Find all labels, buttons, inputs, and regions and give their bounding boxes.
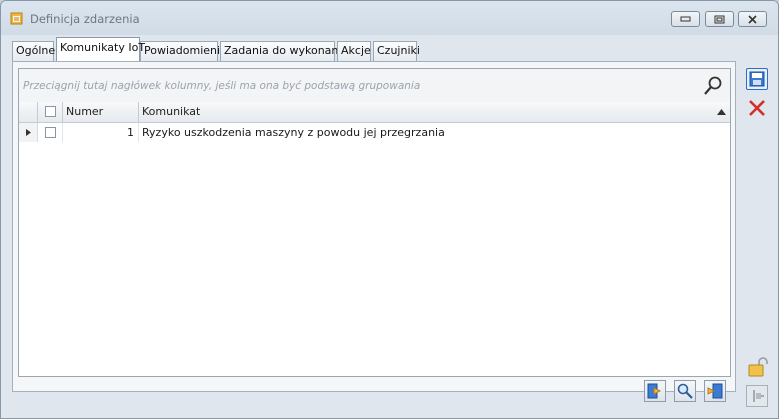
pin-button[interactable] [746, 385, 768, 407]
restore-button[interactable] [705, 11, 734, 27]
close-button[interactable] [738, 11, 767, 27]
tab-komunikaty-iot[interactable]: Komunikaty IoT [56, 37, 145, 61]
cancel-button[interactable] [746, 97, 768, 119]
select-all-header [38, 102, 63, 122]
tab-powiadomienia[interactable]: Powiadomienia [140, 41, 227, 61]
remove-icon [707, 383, 723, 399]
title-bar: Definicja zdarzenia [1, 1, 778, 35]
cell-komunikat: Ryzyko uszkodzenia maszyny z powodu jej … [142, 126, 445, 139]
row-checkbox[interactable] [45, 127, 56, 138]
group-by-panel[interactable]: Przeciągnij tutaj nagłówek kolumny, jeśl… [19, 69, 730, 103]
add-button[interactable] [644, 380, 666, 402]
column-header-komunikat-label: Komunikat [142, 105, 201, 118]
preview-icon [677, 383, 693, 399]
group-hint: Przeciągnij tutaj nagłówek kolumny, jeśl… [23, 80, 421, 92]
grid-header: Numer Komunikat [19, 102, 730, 123]
indicator-header [19, 102, 38, 122]
cell-numer: 1 [63, 123, 139, 142]
search-icon[interactable] [702, 75, 724, 97]
pin-icon [753, 390, 764, 402]
window-title: Definicja zdarzenia [30, 12, 140, 26]
messages-grid: Przeciągnij tutaj nagłówek kolumny, jeśl… [18, 68, 731, 377]
preview-button[interactable] [674, 380, 696, 402]
current-row-arrow-icon [26, 129, 31, 136]
dialog-window: Definicja zdarzenia Ogólne Komunikaty Io… [0, 0, 779, 419]
select-all-checkbox[interactable] [45, 106, 56, 117]
cancel-icon [749, 100, 765, 116]
tab-zadania-do-wykonania[interactable]: Zadania do wykonania [220, 41, 348, 61]
close-icon [748, 14, 757, 24]
tab-ogolne[interactable]: Ogólne [12, 41, 55, 61]
add-icon [647, 383, 662, 399]
minimize-icon [680, 16, 691, 22]
save-button[interactable] [746, 68, 768, 90]
restore-icon [714, 15, 725, 23]
tab-czujniki[interactable]: Czujniki [373, 41, 420, 61]
row-indicator [19, 123, 38, 142]
minimize-button[interactable] [671, 11, 700, 27]
row-select-cell [38, 123, 63, 142]
column-header-numer[interactable]: Numer [63, 102, 139, 122]
lock-button[interactable] [746, 356, 768, 378]
app-icon [10, 12, 23, 25]
remove-button[interactable] [704, 380, 726, 402]
lock-icon [748, 357, 768, 377]
tab-akcje[interactable]: Akcje [337, 41, 371, 61]
table-row[interactable]: 1 Ryzyko uszkodzenia maszyny z powodu je… [19, 123, 730, 142]
sort-ascending-icon [717, 109, 726, 115]
column-header-komunikat[interactable]: Komunikat [139, 102, 730, 122]
save-icon [749, 71, 765, 87]
